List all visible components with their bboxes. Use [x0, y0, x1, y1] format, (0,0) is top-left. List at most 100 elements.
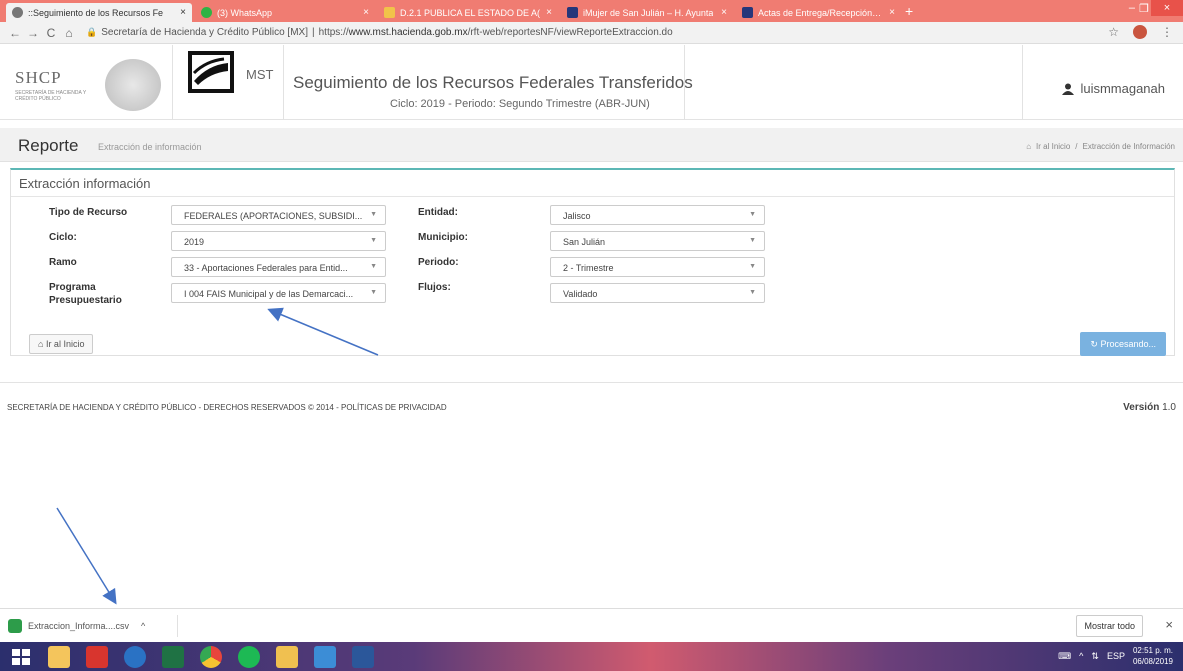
chevron-up-icon[interactable]: ^ [141, 621, 145, 631]
close-icon[interactable]: × [357, 7, 369, 18]
breadcrumb-current: Extracción de Información [1082, 142, 1176, 151]
shcp-logo-subtitle: SECRETARÍA DE HACIENDA Y CRÉDITO PÚBLICO [15, 90, 87, 102]
url-host: www.mst.hacienda.gob.mx [348, 27, 468, 38]
chevron-down-icon: ▼ [749, 237, 756, 244]
chrome-icon[interactable] [200, 646, 222, 668]
close-icon[interactable]: × [883, 7, 895, 18]
clock[interactable]: 02:51 p. m. 06/08/2019 [1133, 645, 1173, 667]
divider [172, 45, 173, 120]
language-indicator[interactable]: ESP [1107, 651, 1125, 661]
reload-icon[interactable]: C [42, 26, 60, 40]
close-icon[interactable]: × [174, 7, 186, 18]
home-icon[interactable]: ⌂ [60, 26, 78, 40]
version-label: Versión [1123, 402, 1160, 413]
username: luismmaganah [1080, 81, 1165, 96]
new-tab-button[interactable]: + [905, 3, 913, 19]
page-heading: Reporte Extracción de información ⌂ Ir a… [0, 128, 1183, 162]
address-bar: ← → C ⌂ 🔒 Secretaría de Hacienda y Crédi… [0, 22, 1183, 44]
select-municipio[interactable]: San Julián ▼ [550, 231, 765, 251]
breadcrumb: ⌂ Ir al Inicio / Extracción de Informaci… [1026, 142, 1175, 151]
site-icon [567, 7, 578, 18]
footer-copyright: SECRETARÍA DE HACIENDA Y CRÉDITO PÚBLICO… [7, 403, 447, 412]
breadcrumb-home[interactable]: Ir al Inicio [1036, 142, 1070, 151]
app-icon[interactable] [314, 646, 336, 668]
browser-tab-active[interactable]: ::Seguimiento de los Recursos Fe × [6, 3, 192, 22]
select-value: I 004 FAIS Municipal y de las Demarcaci.… [184, 289, 354, 299]
url-separator: | [312, 27, 315, 38]
select-ramo[interactable]: 33 - Aportaciones Federales para Entid..… [171, 257, 386, 277]
select-value: Validado [563, 289, 598, 299]
user-menu[interactable]: luismmaganah [1062, 81, 1165, 96]
label-ciclo: Ciclo: [49, 232, 77, 243]
select-programa-presupuestario[interactable]: I 004 FAIS Municipal y de las Demarcaci.… [171, 283, 386, 303]
menu-icon[interactable]: ⋮ [1161, 25, 1173, 39]
version-value: 1.0 [1162, 402, 1176, 413]
chevron-down-icon: ▼ [749, 211, 756, 218]
browser-tab-whatsapp[interactable]: (3) WhatsApp × [195, 3, 375, 22]
url-prefix: https:// [318, 27, 349, 38]
label-tipo-recurso: Tipo de Recurso [49, 207, 128, 218]
breadcrumb-home-icon: ⌂ [1026, 142, 1032, 151]
minimize-button[interactable]: – [1129, 2, 1135, 14]
show-all-button[interactable]: Mostrar todo [1076, 615, 1143, 637]
select-flujos[interactable]: Validado ▼ [550, 283, 765, 303]
download-item[interactable]: Extraccion_Informa....csv ^ [8, 615, 178, 637]
restore-button[interactable]: ❐ [1139, 2, 1149, 15]
tab-label: Actas de Entrega/Recepción – H [758, 7, 884, 18]
divider [11, 196, 1174, 197]
shcp-logo: SHCP SECRETARÍA DE HACIENDA Y CRÉDITO PÚ… [15, 68, 95, 102]
network-icon[interactable]: ⇅ [1091, 651, 1099, 662]
select-value: 33 - Aportaciones Federales para Entid..… [184, 263, 348, 273]
chevron-down-icon: ▼ [370, 289, 377, 296]
close-icon[interactable]: × [715, 7, 727, 18]
procesando-button[interactable]: ↻ Procesando... [1080, 332, 1166, 356]
browser-tab-publica[interactable]: D.2.1 PUBLICA EL ESTADO DE A( × [378, 3, 558, 22]
url-field[interactable]: 🔒 Secretaría de Hacienda y Crédito Públi… [86, 27, 673, 38]
label-presupuestario: Presupuestario [49, 295, 122, 306]
browser-tab-strip: ::Seguimiento de los Recursos Fe × (3) W… [0, 0, 1183, 22]
system-tray: ⌨ ^ ⇅ ESP 02:51 p. m. 06/08/2019 [1058, 645, 1173, 667]
home-icon: ⌂ [38, 339, 46, 349]
breadcrumb-separator: / [1075, 142, 1078, 151]
close-icon[interactable]: × [1165, 617, 1173, 632]
select-periodo[interactable]: 2 - Trimestre ▼ [550, 257, 765, 277]
label-entidad: Entidad: [418, 207, 458, 218]
globe-icon [12, 7, 23, 18]
file-explorer-icon[interactable] [48, 646, 70, 668]
mexico-seal-icon [105, 59, 161, 111]
tray-chevron-icon[interactable]: ^ [1079, 651, 1083, 661]
button-label: Ir al Inicio [45, 339, 85, 349]
csv-file-icon [8, 619, 22, 633]
select-value: San Julián [563, 237, 606, 247]
window-close-button[interactable]: × [1151, 0, 1183, 16]
select-entidad[interactable]: Jalisco ▼ [550, 205, 765, 225]
back-icon[interactable]: ← [6, 26, 24, 40]
tab-label: ::Seguimiento de los Recursos Fe [28, 7, 164, 18]
ir-al-inicio-button[interactable]: ⌂ Ir al Inicio [29, 334, 94, 354]
word-icon[interactable] [352, 646, 374, 668]
windows-start-icon[interactable] [10, 646, 32, 668]
browser-tab-imujer[interactable]: iMujer de San Julián – H. Ayunta × [561, 3, 733, 22]
folder-icon[interactable] [276, 646, 298, 668]
bookmark-star-icon[interactable]: ☆ [1108, 25, 1119, 39]
select-ciclo[interactable]: 2019 ▼ [171, 231, 386, 251]
chevron-down-icon: ▼ [370, 237, 377, 244]
forward-icon[interactable]: → [24, 26, 42, 40]
windows-taskbar: ⌨ ^ ⇅ ESP 02:51 p. m. 06/08/2019 [0, 642, 1183, 671]
arrow-to-download [56, 507, 117, 605]
acrobat-icon[interactable] [86, 646, 108, 668]
excel-icon[interactable] [162, 646, 184, 668]
page-subtitle: Extracción de información [98, 142, 202, 152]
select-value: Jalisco [563, 211, 591, 221]
browser-tab-actas[interactable]: Actas de Entrega/Recepción – H × [736, 3, 901, 22]
divider [283, 45, 284, 120]
profile-avatar[interactable] [1133, 25, 1147, 39]
select-tipo-recurso[interactable]: FEDERALES (APORTACIONES, SUBSIDI... ▼ [171, 205, 386, 225]
site-identity: Secretaría de Hacienda y Crédito Público… [101, 27, 308, 38]
keyboard-icon[interactable]: ⌨ [1058, 651, 1071, 662]
close-icon[interactable]: × [540, 7, 552, 18]
spotify-icon[interactable] [238, 646, 260, 668]
clock-time: 02:51 p. m. [1132, 646, 1173, 655]
outlook-icon[interactable] [124, 646, 146, 668]
divider [684, 45, 685, 120]
